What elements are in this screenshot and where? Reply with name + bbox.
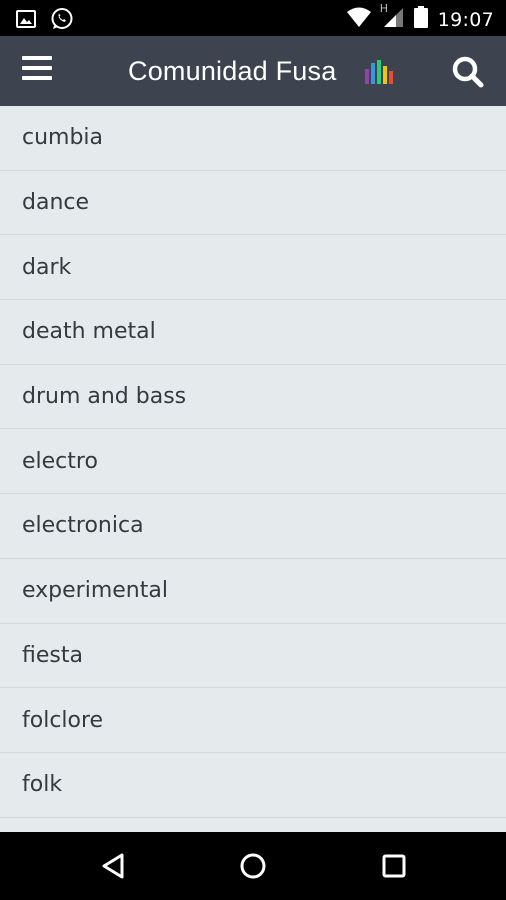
genre-label: fiesta — [22, 642, 83, 668]
genre-label: dark — [22, 254, 72, 280]
genre-label: death metal — [22, 319, 156, 345]
genre-label: cumbia — [22, 125, 104, 151]
genre-list-item[interactable]: folclore — [0, 688, 506, 753]
back-triangle-icon — [102, 853, 124, 879]
genre-label: dance — [22, 190, 90, 216]
genre-list-item[interactable]: fiesta — [0, 624, 506, 689]
navigation-bar — [0, 832, 506, 900]
battery-icon — [413, 6, 428, 33]
genre-label: folclore — [22, 707, 104, 733]
image-icon — [16, 9, 36, 34]
genre-list-item[interactable]: dark — [0, 235, 506, 301]
genre-list-item[interactable]: death metal — [0, 300, 506, 365]
recents-square-icon — [382, 854, 406, 878]
genre-label: electronica — [22, 513, 144, 539]
home-button[interactable] — [231, 846, 275, 886]
status-time: 19:07 — [437, 8, 494, 31]
genre-label: experimental — [22, 578, 168, 604]
network-type-label: H — [379, 2, 389, 15]
genre-list-item[interactable]: drum and bass — [0, 365, 506, 430]
genre-list-item[interactable] — [0, 818, 506, 832]
genre-label: drum and bass — [22, 384, 187, 410]
genre-list-item[interactable]: cumbia — [0, 106, 506, 171]
genre-label: electro — [22, 448, 98, 474]
signal-icon: H — [380, 2, 404, 33]
whatsapp-icon — [50, 7, 74, 36]
genre-label: folk — [22, 772, 63, 798]
search-button[interactable] — [448, 52, 488, 92]
home-circle-icon — [240, 853, 266, 879]
menu-button[interactable] — [18, 54, 58, 90]
status-bar: H 19:07 — [0, 0, 506, 36]
genre-list-item[interactable]: experimental — [0, 559, 506, 624]
genre-list: cumbia dance dark death metal drum and bass e… — [0, 106, 506, 832]
hamburger-icon — [18, 56, 58, 80]
back-button[interactable] — [92, 846, 136, 886]
wifi-icon — [346, 6, 372, 33]
recents-button[interactable] — [372, 846, 416, 886]
genre-list-item[interactable]: electro — [0, 429, 506, 495]
search-icon — [452, 56, 484, 88]
genre-list-item[interactable]: folk — [0, 753, 506, 818]
app-bar: Comunidad Fusa — [0, 36, 506, 106]
genre-list-item[interactable]: electronica — [0, 494, 506, 559]
app-title: Comunidad Fusa — [128, 56, 337, 86]
genre-list-item[interactable]: dance — [0, 171, 506, 236]
bar-chart-logo-icon — [365, 60, 393, 84]
